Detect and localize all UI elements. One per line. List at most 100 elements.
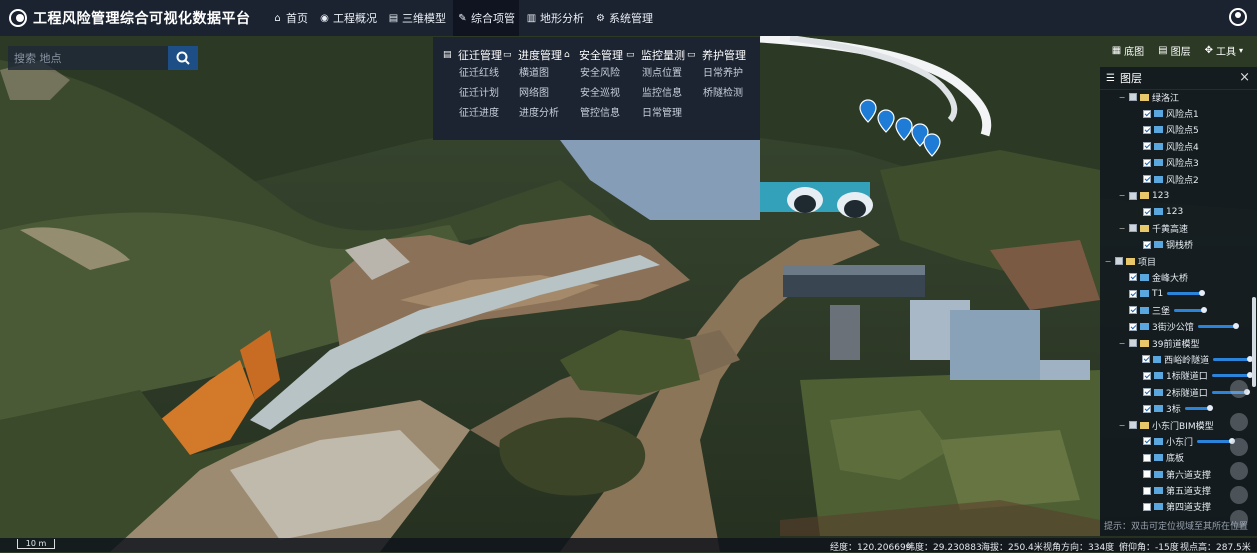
layer-group[interactable]: − 39前道模型 xyxy=(1100,335,1250,351)
dropdown-item[interactable]: 横道图 xyxy=(503,64,565,83)
opacity-slider[interactable] xyxy=(1197,437,1236,444)
layer-item[interactable]: 2标隧道口 xyxy=(1100,384,1250,400)
layer-item[interactable]: 123 xyxy=(1100,204,1250,220)
layer-checkbox[interactable] xyxy=(1129,273,1137,282)
dropdown-item[interactable]: 日常养护 xyxy=(687,64,749,83)
layer-item[interactable]: 风险点1 xyxy=(1100,105,1250,121)
dropdown-item[interactable]: 安全风险 xyxy=(564,64,626,83)
layer-checkbox[interactable] xyxy=(1129,289,1137,298)
layer-checkbox[interactable] xyxy=(1143,470,1151,479)
layer-checkbox[interactable] xyxy=(1129,421,1137,429)
dropdown-item[interactable]: 测点位置 xyxy=(626,64,688,83)
expand-toggle-icon[interactable]: − xyxy=(1118,191,1126,200)
layer-item[interactable]: 3标 xyxy=(1100,400,1250,416)
dropdown-header[interactable]: ▭ 进度管理 xyxy=(503,47,565,63)
layer-checkbox[interactable] xyxy=(1143,388,1151,397)
layer-checkbox[interactable] xyxy=(1143,486,1151,495)
layer-checkbox[interactable] xyxy=(1143,371,1151,380)
layer-checkbox[interactable] xyxy=(1115,257,1123,266)
dropdown-item[interactable]: 安全巡视 xyxy=(564,84,626,103)
layer-item[interactable]: 钢栈桥 xyxy=(1100,237,1250,253)
layer-group[interactable]: − 小东门BIM模型 xyxy=(1100,417,1250,433)
layer-item[interactable]: 风险点5 xyxy=(1100,122,1250,138)
layer-checkbox[interactable] xyxy=(1143,125,1151,134)
layer-group[interactable]: − 项目 xyxy=(1100,253,1250,269)
dropdown-item[interactable]: 征迁进度 xyxy=(443,104,505,123)
layer-item[interactable]: T1 xyxy=(1100,286,1250,302)
layer-item[interactable]: 风险点3 xyxy=(1100,155,1250,171)
layer-checkbox[interactable] xyxy=(1143,175,1151,184)
layers-button[interactable]: ▤ 图层 xyxy=(1158,43,1190,58)
dropdown-item[interactable]: 进度分析 xyxy=(503,104,565,123)
layer-item[interactable]: 风险点2 xyxy=(1100,171,1250,187)
dropdown-item[interactable]: 桥隧检测 xyxy=(687,84,749,103)
opacity-slider[interactable] xyxy=(1197,323,1239,330)
dropdown-item[interactable]: 网络图 xyxy=(503,84,565,103)
compass-control[interactable] xyxy=(1230,380,1248,398)
layer-item[interactable]: 小东门 xyxy=(1100,433,1250,449)
dropdown-header[interactable]: ▤ 征迁管理 xyxy=(443,47,505,63)
layer-item[interactable]: 1标隧道口 xyxy=(1100,368,1253,384)
dropdown-header[interactable]: ⌂ 安全管理 xyxy=(564,47,626,63)
dropdown-item[interactable]: 征迁红线 xyxy=(443,64,505,83)
layer-item[interactable]: 底板 xyxy=(1100,450,1250,466)
layer-item[interactable]: 风险点4 xyxy=(1100,138,1250,154)
layer-item[interactable]: 第五道支撑 xyxy=(1100,482,1250,498)
dropdown-header[interactable]: ▭ 监控量测 xyxy=(626,47,688,63)
nav-project-management[interactable]: ✎ 综合项管 xyxy=(453,0,519,36)
expand-toggle-icon[interactable]: − xyxy=(1118,224,1126,233)
search-button[interactable] xyxy=(168,46,198,70)
layer-item[interactable]: 三堡 xyxy=(1100,302,1250,318)
opacity-slider[interactable] xyxy=(1184,405,1213,412)
nav-terrain-analysis[interactable]: ▥ 地形分析 xyxy=(522,0,588,36)
expand-toggle-icon[interactable]: − xyxy=(1118,339,1126,348)
home-view-button[interactable] xyxy=(1230,413,1248,431)
opacity-slider[interactable] xyxy=(1174,306,1208,313)
dropdown-item[interactable]: 征迁计划 xyxy=(443,84,505,103)
nav-home[interactable]: ⌂ 首页 xyxy=(268,0,312,36)
layer-checkbox[interactable] xyxy=(1129,306,1137,315)
layer-group[interactable]: − 123 xyxy=(1100,187,1250,203)
dropdown-header[interactable]: ▭ 养护管理 xyxy=(687,47,749,63)
layer-checkbox[interactable] xyxy=(1143,502,1151,511)
expand-toggle-icon[interactable]: − xyxy=(1104,257,1112,266)
layer-item[interactable]: 西峪岭隧道 xyxy=(1100,351,1253,367)
layer-item[interactable]: 3街沙公馆 xyxy=(1100,318,1250,334)
layers-toggle-button[interactable] xyxy=(1230,462,1248,480)
layer-checkbox[interactable] xyxy=(1143,142,1151,151)
opacity-slider[interactable] xyxy=(1167,290,1206,297)
layer-checkbox[interactable] xyxy=(1129,322,1137,331)
layer-checkbox[interactable] xyxy=(1129,224,1137,233)
search-input[interactable] xyxy=(8,46,168,70)
layer-checkbox[interactable] xyxy=(1143,404,1151,413)
layer-item[interactable]: 第六道支撑 xyxy=(1100,466,1250,482)
layer-checkbox[interactable] xyxy=(1142,355,1150,364)
dropdown-item[interactable]: 管控信息 xyxy=(564,104,626,123)
layer-checkbox[interactable] xyxy=(1129,339,1137,348)
close-icon[interactable]: × xyxy=(1239,70,1250,85)
nav-system-settings[interactable]: ⚙ 系统管理 xyxy=(591,0,657,36)
expand-toggle-icon[interactable]: − xyxy=(1118,93,1126,102)
opacity-slider[interactable] xyxy=(1211,372,1253,379)
nav-overview[interactable]: ◉ 工程概况 xyxy=(315,0,381,36)
user-avatar-button[interactable] xyxy=(1229,8,1247,26)
layer-item[interactable]: 金峰大桥 xyxy=(1100,269,1250,285)
layer-checkbox[interactable] xyxy=(1143,437,1151,446)
help-button[interactable] xyxy=(1230,510,1248,528)
dropdown-item[interactable]: 监控信息 xyxy=(626,84,688,103)
layer-checkbox[interactable] xyxy=(1143,207,1151,216)
layer-checkbox[interactable] xyxy=(1143,158,1151,167)
tools-button[interactable]: ✥ 工具 ▾ xyxy=(1205,43,1243,58)
dropdown-item[interactable]: 日常管理 xyxy=(626,104,688,123)
layer-panel-scrollbar[interactable] xyxy=(1252,297,1256,387)
layer-checkbox[interactable] xyxy=(1143,240,1151,249)
layer-checkbox[interactable] xyxy=(1143,453,1151,462)
nav-3d-model[interactable]: ▤ 三维模型 xyxy=(384,0,450,36)
globe-button[interactable] xyxy=(1230,438,1248,456)
layer-checkbox[interactable] xyxy=(1129,93,1137,102)
vr-button[interactable] xyxy=(1230,486,1248,504)
layer-checkbox[interactable] xyxy=(1143,109,1151,118)
layer-item[interactable]: 第四道支撑 xyxy=(1100,499,1250,515)
layer-group[interactable]: − 绿洛江 xyxy=(1100,89,1250,105)
opacity-slider[interactable] xyxy=(1213,355,1253,362)
